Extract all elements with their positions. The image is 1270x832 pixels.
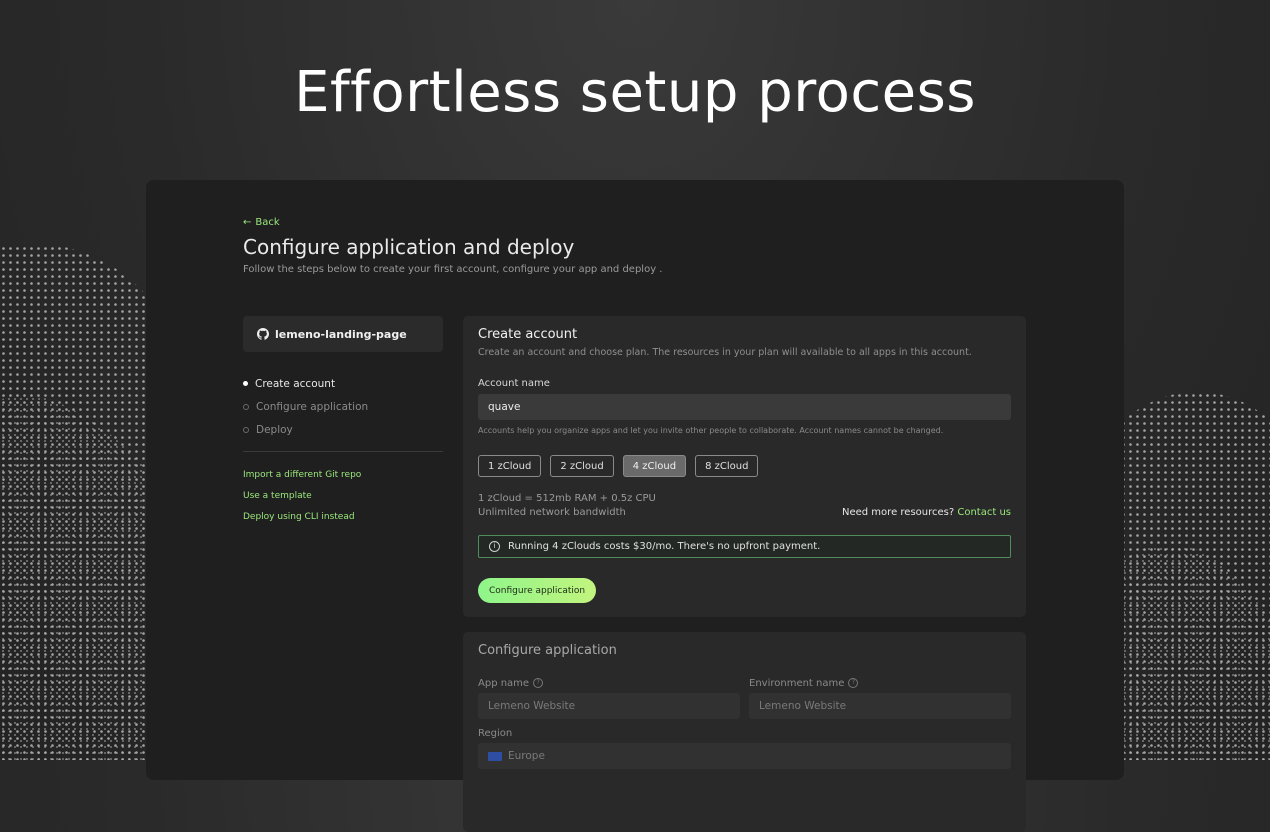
account-name-input[interactable]: quave (478, 394, 1011, 420)
deploy-cli-link[interactable]: Deploy using CLI instead (243, 512, 361, 533)
repo-name: lemeno-landing-page (275, 327, 407, 341)
more-resources: Need more resources? Contact us (842, 507, 1011, 518)
help-icon[interactable]: ? (533, 678, 544, 688)
back-link[interactable]: ← Back (243, 217, 280, 228)
plan-spec: 1 zCloud = 512mb RAM + 0.5z CPU (478, 493, 656, 504)
step-configure-application[interactable]: Configure application (243, 395, 368, 418)
step-create-account[interactable]: Create account (243, 372, 368, 395)
panel-title: Configure application (478, 643, 617, 658)
step-dot-icon (243, 426, 249, 433)
account-name-hint: Accounts help you organize apps and let … (478, 426, 944, 435)
back-label: Back (255, 217, 280, 228)
plan-option-4[interactable]: 4 zCloud (622, 455, 687, 477)
region-select[interactable]: Europe (478, 743, 1011, 769)
step-deploy[interactable]: Deploy (243, 418, 368, 441)
env-name-label-text: Environment name (749, 678, 845, 689)
step-label: Deploy (256, 423, 293, 436)
help-icon[interactable]: ? (848, 678, 859, 688)
hero-title: Effortless setup process (294, 60, 976, 125)
info-icon: i (489, 541, 500, 552)
configure-application-button[interactable]: Configure application (478, 578, 597, 603)
plan-option-2[interactable]: 2 zCloud (550, 455, 614, 477)
step-label: Configure application (256, 400, 369, 413)
app-name-input[interactable]: Lemeno Website (478, 693, 740, 719)
repo-card[interactable]: lemeno-landing-page (243, 316, 443, 352)
github-icon (257, 328, 269, 340)
region-value: Europe (508, 750, 545, 762)
app-name-label: App name? (478, 678, 544, 689)
step-dot-icon (243, 403, 249, 410)
create-account-panel: Create account Create an account and cho… (463, 316, 1026, 617)
import-git-repo-link[interactable]: Import a different Git repo (243, 470, 361, 491)
region-label: Region (478, 728, 513, 739)
eu-flag-icon (488, 751, 502, 761)
plan-option-8[interactable]: 8 zCloud (695, 455, 759, 477)
plan-selector: 1 zCloud 2 zCloud 4 zCloud 8 zCloud (478, 455, 759, 477)
cost-notice-text: Running 4 zClouds costs $30/mo. There's … (508, 541, 821, 552)
panel-title: Create account (478, 327, 578, 342)
env-name-label: Environment name? (749, 678, 859, 689)
page-subtitle: Follow the steps below to create your fi… (243, 264, 663, 275)
app-window: ← Back Configure application and deploy … (146, 180, 1124, 832)
plan-option-1[interactable]: 1 zCloud (478, 455, 542, 477)
sidebar-links: Import a different Git repo Use a templa… (243, 470, 361, 533)
cost-notice: i Running 4 zClouds costs $30/mo. There'… (478, 535, 1011, 558)
arrow-left-icon: ← (243, 217, 252, 228)
page-title: Configure application and deploy (243, 235, 575, 259)
step-dot-icon (243, 381, 248, 386)
panel-subtitle: Create an account and choose plan. The r… (478, 347, 972, 358)
step-list: Create account Configure application Dep… (243, 372, 368, 441)
sidebar-divider (243, 451, 443, 452)
env-name-input[interactable]: Lemeno Website (749, 693, 1011, 719)
configure-application-panel: Configure application App name? Lemeno W… (463, 632, 1026, 832)
contact-us-link[interactable]: Contact us (957, 507, 1011, 518)
use-template-link[interactable]: Use a template (243, 491, 361, 512)
account-name-label: Account name (478, 378, 550, 389)
more-resources-text: Need more resources? (842, 507, 955, 518)
step-label: Create account (255, 377, 336, 390)
app-name-label-text: App name (478, 678, 530, 689)
bandwidth-spec: Unlimited network bandwidth (478, 507, 626, 518)
